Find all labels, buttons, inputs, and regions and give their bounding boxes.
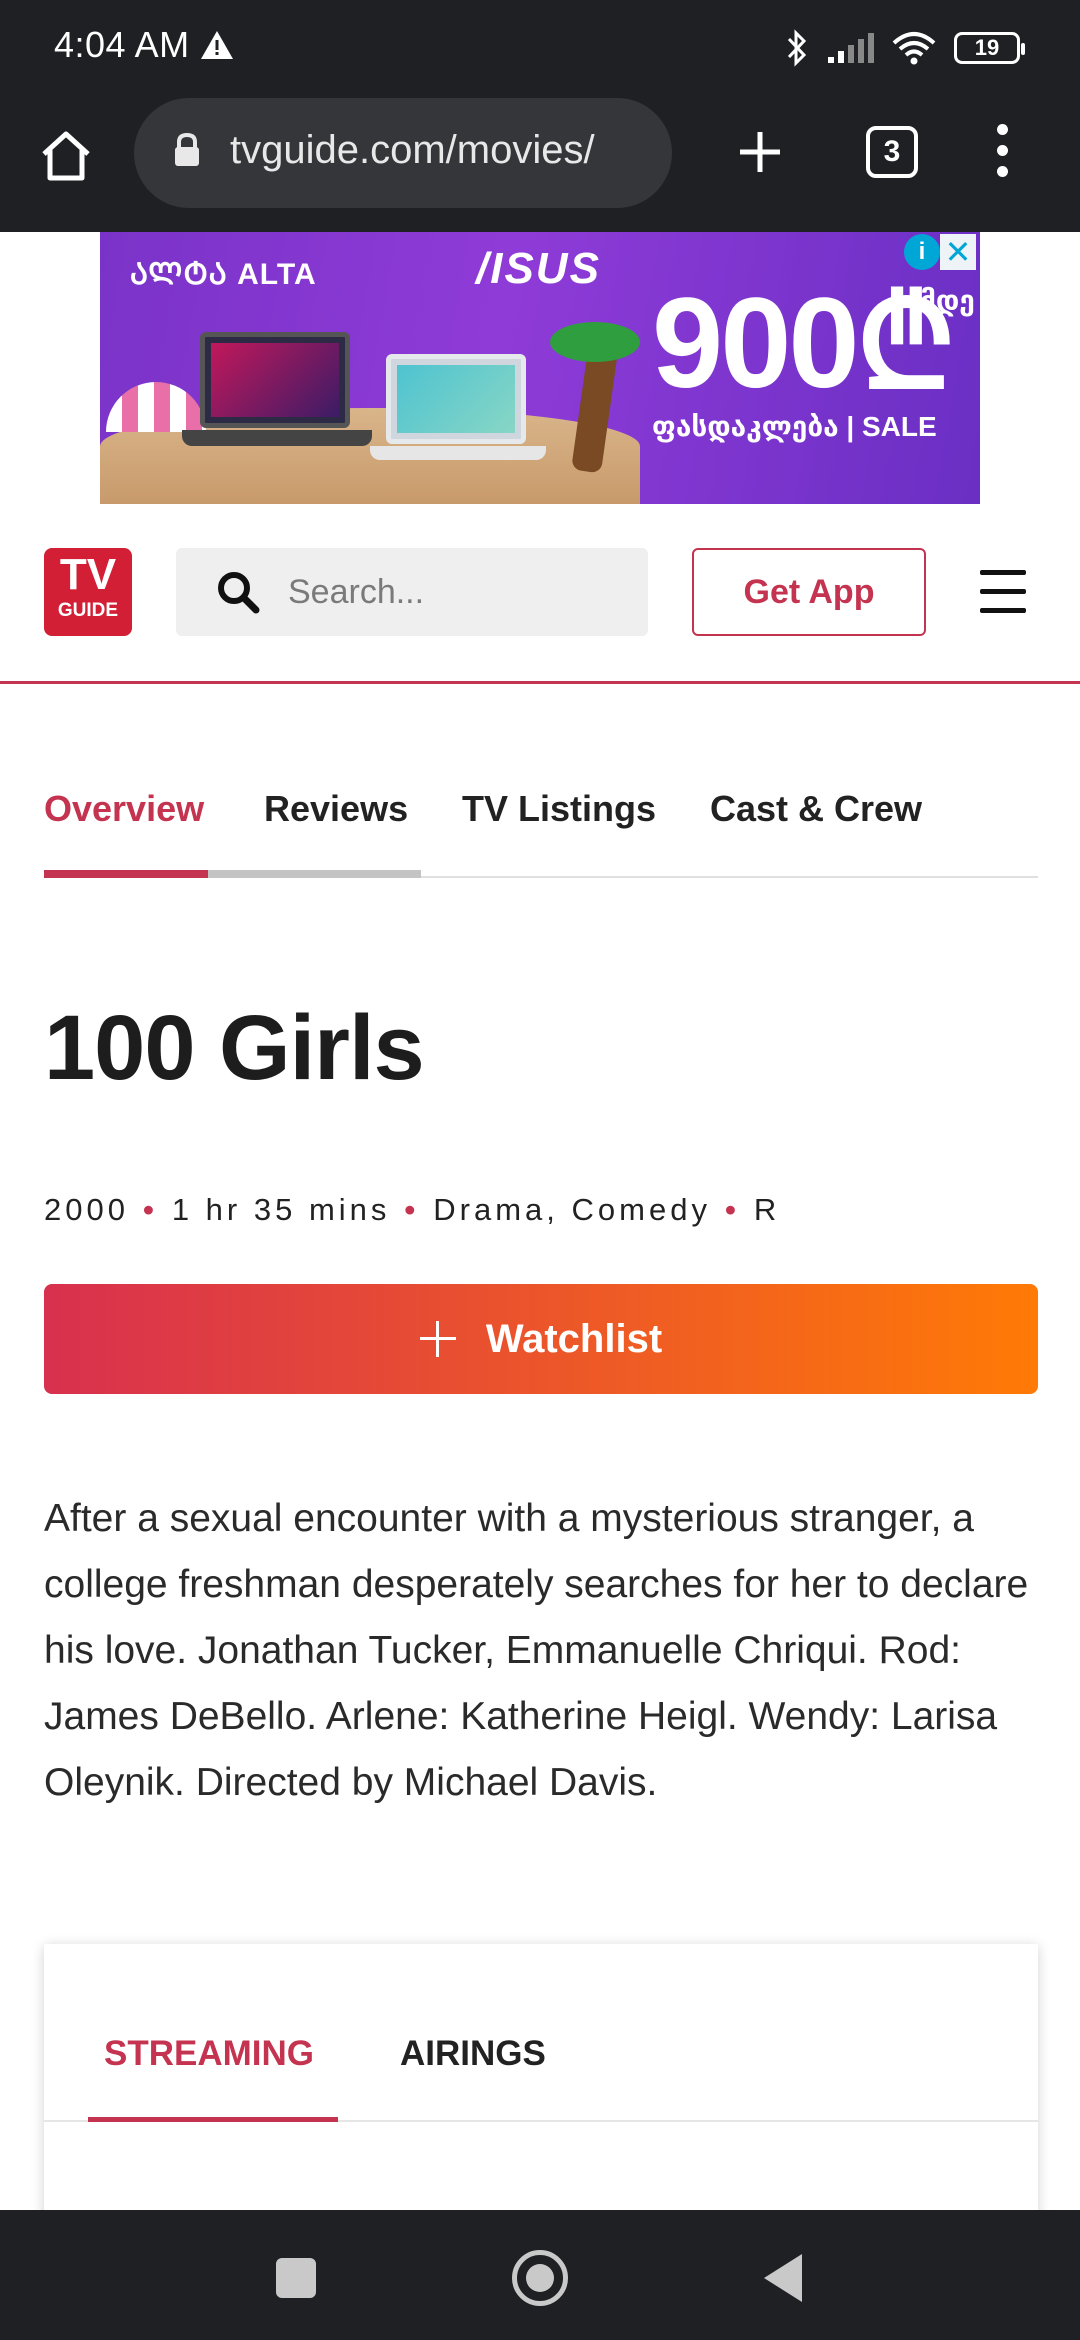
zenbook-laptop-base	[370, 446, 546, 460]
movie-meta: 2000 • 1 hr 35 mins • Drama, Comedy • R	[44, 1192, 780, 1228]
search-input[interactable]	[288, 568, 628, 616]
tab-reviews[interactable]: Reviews	[264, 788, 408, 830]
tab-active-indicator	[44, 870, 208, 878]
movie-genres: Drama, Comedy	[433, 1192, 711, 1227]
page-tabs: Overview Reviews TV Listings Cast & Crew	[44, 782, 1038, 878]
address-bar[interactable]: tvguide.com/movies/	[134, 98, 672, 208]
signal-icon	[828, 33, 874, 63]
site-header: TV GUIDE Get App	[0, 504, 1080, 684]
tab-airings[interactable]: AIRINGS	[400, 2034, 546, 2074]
palm-leaf-illustration	[550, 322, 640, 362]
recents-icon[interactable]	[276, 2258, 316, 2298]
tab-streaming[interactable]: STREAMING	[104, 2034, 314, 2074]
tab-overview[interactable]: Overview	[44, 788, 204, 830]
status-bar: 4:04 AM 19	[0, 0, 1080, 96]
ad-price: 900₾	[652, 272, 955, 415]
movie-synopsis: After a sexual encounter with a mysterio…	[44, 1497, 1029, 1804]
movie-rating: R	[753, 1192, 781, 1227]
bluetooth-icon	[787, 29, 807, 67]
status-time: 4:04 AM	[54, 24, 190, 65]
plus-icon	[419, 1321, 456, 1357]
tab-tv-listings[interactable]: TV Listings	[462, 788, 656, 830]
battery-level: 19	[974, 35, 1000, 60]
alert-icon	[201, 31, 233, 59]
watchlist-label: Watchlist	[485, 1316, 663, 1361]
gaming-laptop-illustration	[200, 332, 350, 428]
logo-guide-text: GUIDE	[57, 600, 119, 621]
url-text: tvguide.com/movies/	[230, 128, 595, 172]
ad-banner[interactable]: ᲐᲚᲢᲐ ALTA /ISUS 900₾ მდე ფასდაკლება | SA…	[100, 232, 980, 504]
nav-home-icon[interactable]	[512, 2250, 568, 2306]
lock-icon	[175, 132, 199, 166]
gaming-laptop-base	[182, 430, 372, 446]
wifi-icon	[892, 32, 936, 65]
ad-brand-logo: ᲐᲚᲢᲐ ALTA	[130, 258, 317, 291]
hamburger-icon[interactable]	[980, 570, 1026, 614]
home-icon[interactable]	[36, 126, 96, 186]
search-icon	[218, 572, 260, 614]
more-icon[interactable]	[990, 124, 1014, 184]
ad-info-icon[interactable]: i	[904, 234, 940, 270]
zenbook-laptop-illustration	[386, 354, 526, 444]
ad-partner-logo: /ISUS	[476, 244, 601, 293]
browser-toolbar: tvguide.com/movies/ 3	[0, 96, 1080, 232]
battery-icon: 19	[954, 32, 1025, 64]
movie-runtime: 1 hr 35 mins	[171, 1192, 391, 1227]
logo-tv-text: TV	[59, 550, 117, 599]
plus-icon[interactable]	[730, 122, 790, 182]
meta-separator: •	[724, 1192, 740, 1227]
watchlist-button[interactable]: Watchlist	[44, 1284, 1038, 1394]
watch-tab-indicator	[88, 2117, 338, 2122]
tabs-button[interactable]: 3	[866, 126, 918, 178]
movie-year: 2000	[44, 1192, 129, 1227]
back-icon[interactable]	[764, 2254, 802, 2302]
beach-umbrella-illustration	[106, 382, 206, 432]
page-title: 100 Girls	[44, 997, 425, 1099]
meta-separator: •	[142, 1192, 158, 1227]
system-nav-bar	[0, 2210, 1080, 2340]
ad-sale-text: ფასდაკლება | SALE	[652, 411, 937, 442]
tv-guide-logo[interactable]: TV GUIDE	[44, 548, 132, 636]
ad-price-unit: მდე	[920, 285, 975, 316]
meta-separator: •	[404, 1192, 420, 1227]
get-app-button[interactable]: Get App	[692, 548, 926, 636]
watch-tabs: STREAMING AIRINGS	[44, 1944, 1038, 2122]
search-box[interactable]	[176, 548, 648, 636]
ad-close-icon[interactable]: ✕	[940, 234, 976, 270]
tab-cast-crew[interactable]: Cast & Crew	[710, 788, 922, 830]
status-icons: 19	[786, 24, 1025, 72]
